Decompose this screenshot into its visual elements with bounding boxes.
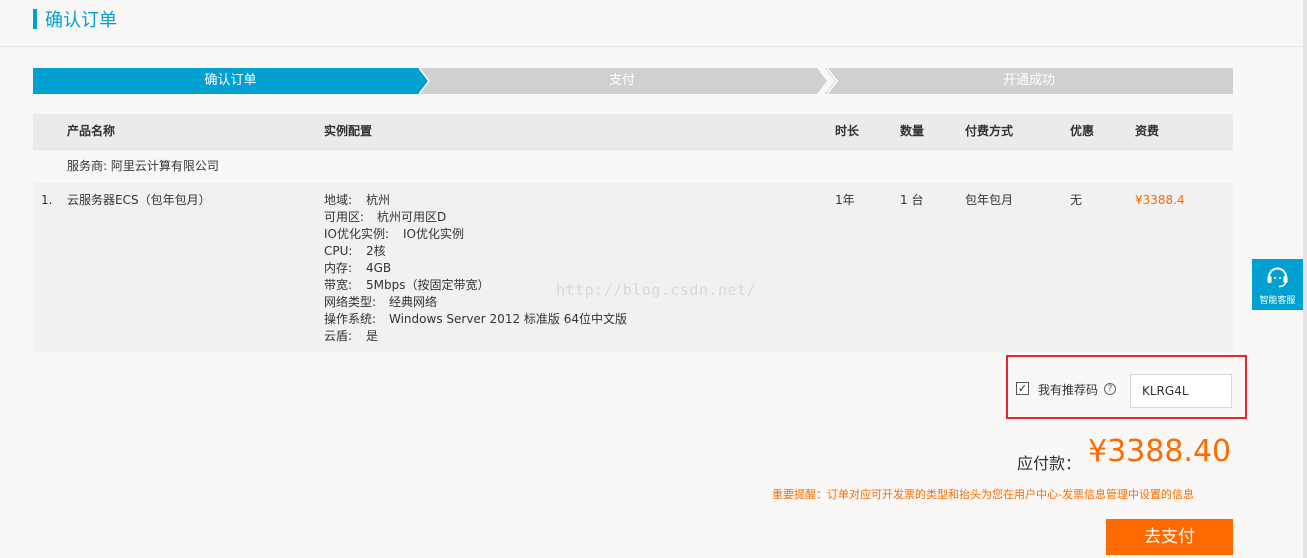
smart-service-widget[interactable]: 智能客服 — [1252, 259, 1303, 310]
table-row: 1. 云服务器ECS（包年包月） 地域: 杭州 可用区: 杭州可用区D IO优化实例… — [33, 183, 1233, 352]
step-confirm: 确认订单 — [33, 68, 428, 94]
invoice-notice: 重要提醒：订单对应可开发票的类型和抬头为您在用户中心-发票信息管理中设置的信息 — [772, 488, 1194, 501]
config-line: CPU: 2核 — [324, 244, 386, 258]
promo-code-input[interactable] — [1130, 374, 1232, 408]
amount-due-value: ¥3388.40 — [1088, 434, 1232, 469]
pay-button[interactable]: 去支付 — [1106, 519, 1233, 555]
col-duration: 时长 — [835, 124, 860, 138]
row-quantity: 1 台 — [900, 193, 924, 207]
row-index: 1. — [41, 193, 53, 207]
promo-checkbox[interactable]: ✓ — [1016, 382, 1029, 395]
col-quantity: 数量 — [900, 124, 925, 138]
service-label: 智能客服 — [1259, 296, 1296, 306]
col-product: 产品名称 — [67, 124, 116, 138]
row-payment: 包年包月 — [965, 193, 1014, 207]
row-discount: 无 — [1070, 193, 1083, 207]
row-duration: 1年 — [835, 193, 855, 207]
step-separator — [419, 68, 430, 94]
amount-due-label: 应付款： — [1017, 454, 1082, 473]
config-line: 操作系统: Windows Server 2012 标准版 64位中文版 — [324, 312, 627, 326]
row-product: 云服务器ECS（包年包月） — [67, 193, 211, 207]
step-pay: 支付 — [417, 68, 827, 94]
help-icon[interactable]: ? — [1104, 383, 1116, 395]
order-table: 产品名称 实例配置 时长 数量 付费方式 优惠 资费 服务商: 阿里云计算有限公… — [33, 114, 1233, 352]
progress-steps: 开通成功 支付 确认订单 — [33, 68, 1233, 94]
row-fee: ¥3388.4 — [1135, 193, 1185, 207]
watermark: http://blog.csdn.net/ — [556, 281, 757, 299]
scrollbar[interactable] — [1303, 0, 1307, 558]
row-config: 地域: 杭州 可用区: 杭州可用区D IO优化实例: IO优化实例 CPU: 2核 内存… — [324, 192, 627, 345]
config-line: IO优化实例: IO优化实例 — [324, 227, 464, 241]
step-success: 开通成功 — [825, 68, 1233, 94]
config-line: 云盾: 是 — [324, 329, 379, 343]
config-line: 地域: 杭州 — [324, 193, 391, 207]
title-accent-bar — [33, 9, 37, 29]
provider-name: 服务商: 阿里云计算有限公司 — [67, 159, 219, 173]
promo-label: 我有推荐码 — [1038, 383, 1099, 397]
col-config: 实例配置 — [324, 124, 373, 138]
col-fee: 资费 — [1135, 124, 1160, 138]
col-discount: 优惠 — [1070, 124, 1095, 138]
title-divider — [0, 46, 1307, 47]
table-header: 产品名称 实例配置 时长 数量 付费方式 优惠 资费 — [33, 114, 1233, 149]
page-title: 确认订单 — [33, 7, 117, 31]
headset-icon — [1267, 267, 1288, 288]
config-line: 可用区: 杭州可用区D — [324, 210, 447, 224]
config-line: 内存: 4GB — [324, 261, 392, 275]
page-title-text: 确认订单 — [45, 10, 117, 31]
col-payment: 付费方式 — [965, 124, 1014, 138]
step-separator — [827, 68, 838, 94]
provider-row: 服务商: 阿里云计算有限公司 — [33, 149, 1233, 183]
